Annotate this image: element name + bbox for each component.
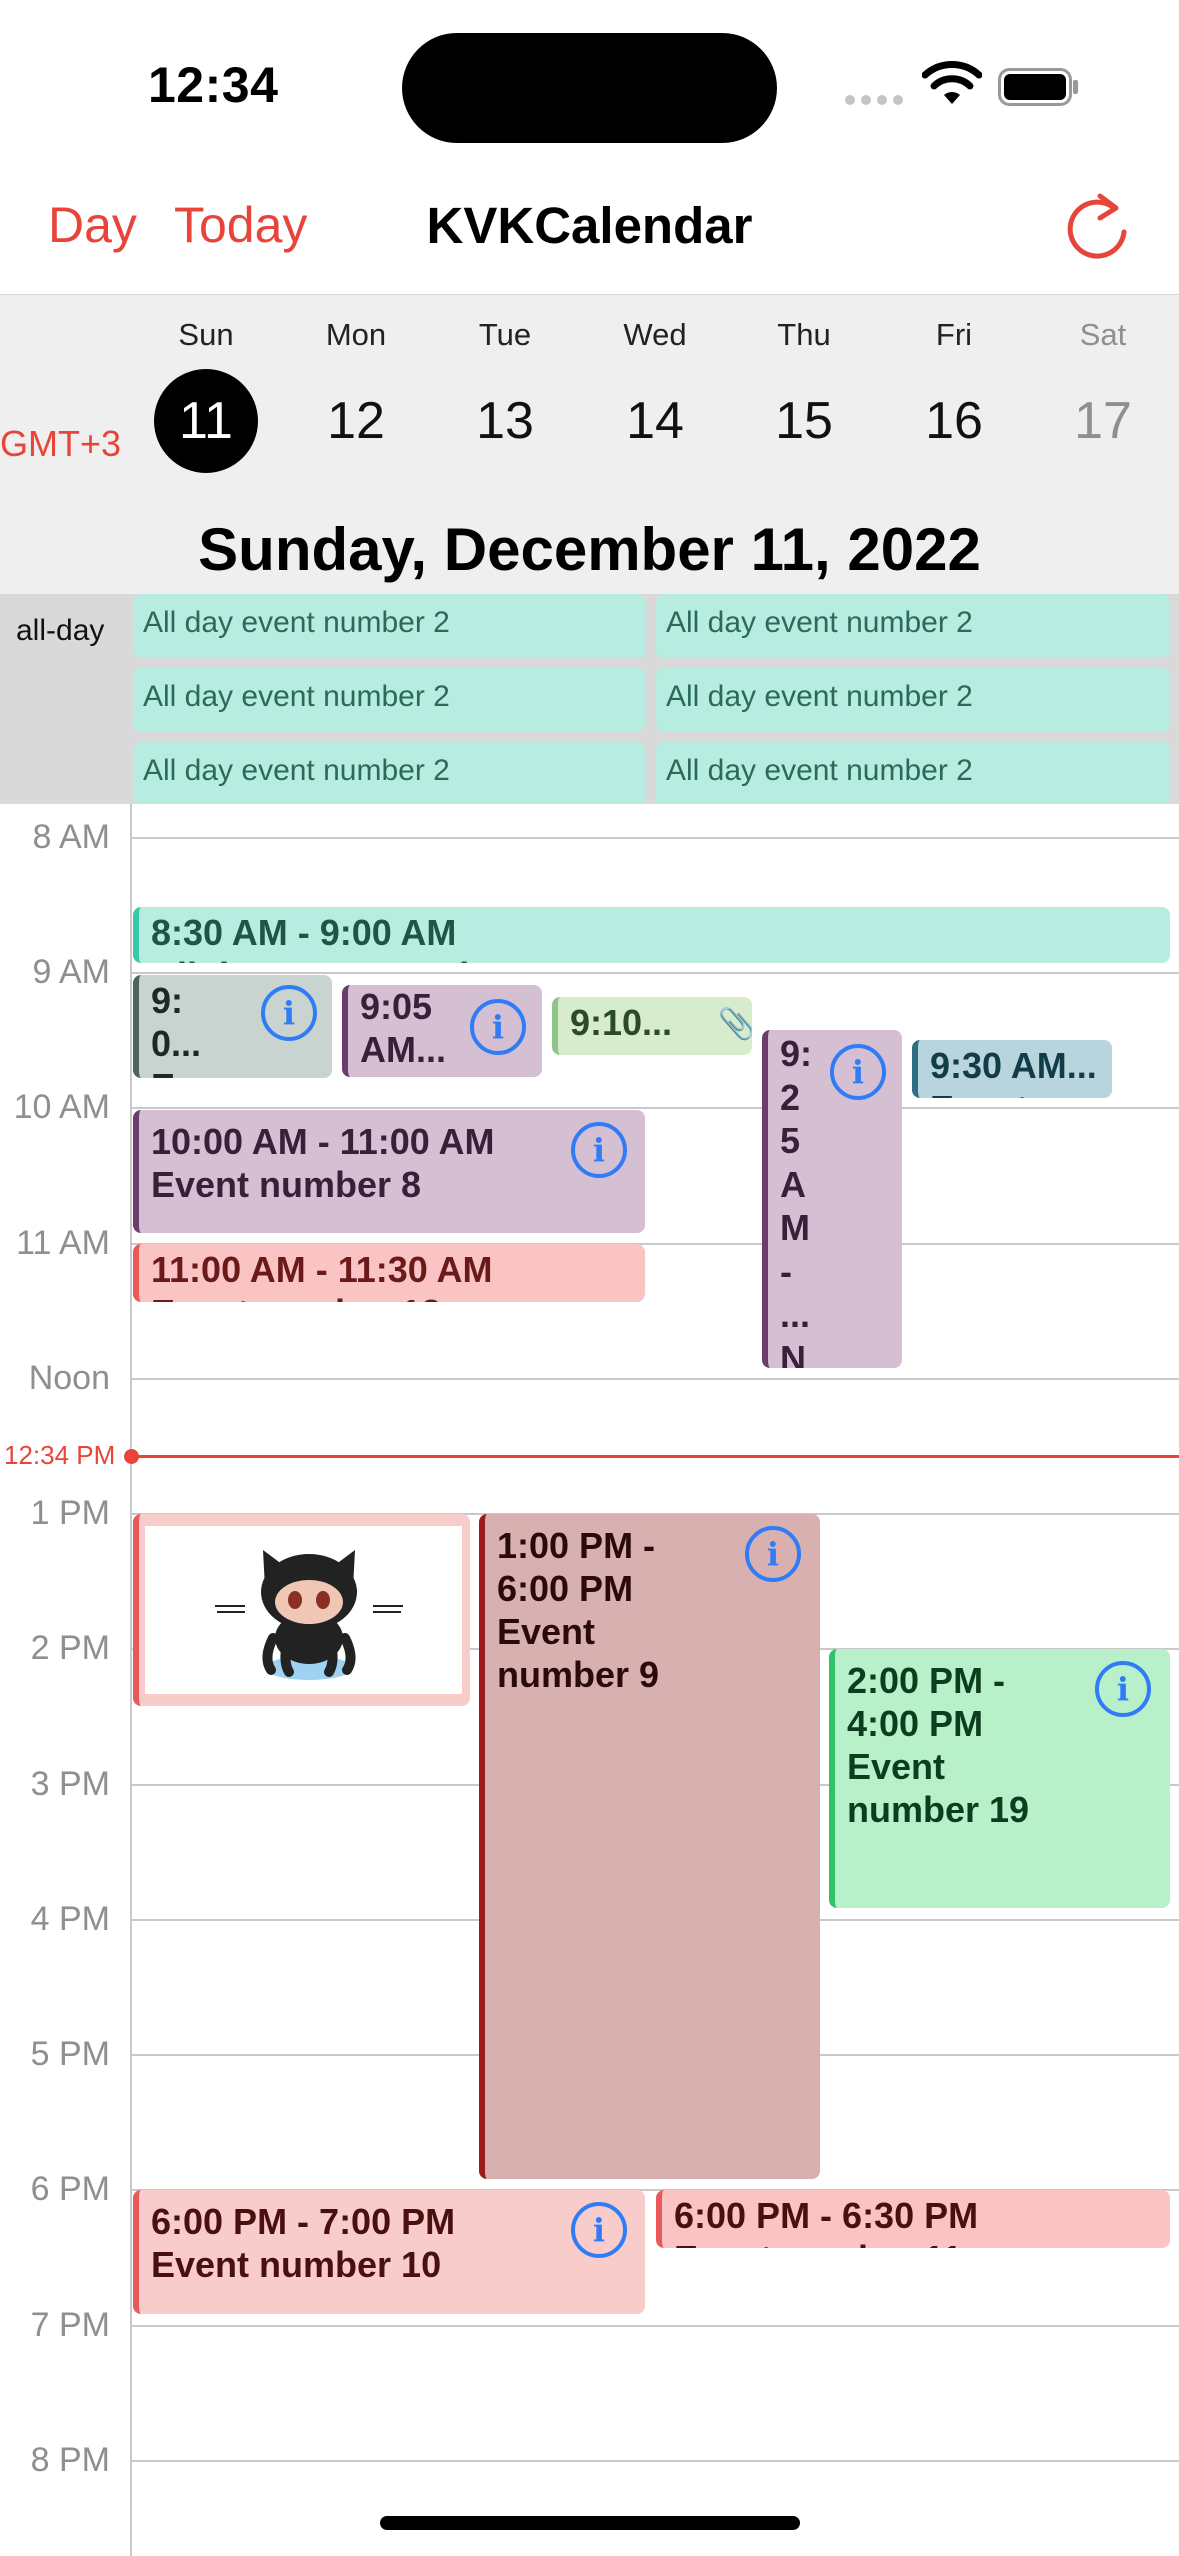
reload-icon[interactable]	[1062, 188, 1132, 264]
day-cell-16[interactable]: 16	[894, 369, 1014, 473]
hour-label: 5 PM	[30, 2035, 110, 2073]
hour-label: 11 AM	[16, 1224, 110, 1262]
event-8[interactable]: 10:00 AM - 11:00 AM Event number 8 i	[133, 1110, 645, 1233]
hour-label: 6 PM	[30, 2170, 110, 2208]
all-day-event[interactable]: All day event number 2	[656, 594, 1170, 658]
hour-label: 9 AM	[32, 953, 110, 991]
event-930[interactable]: 9:30 AM... Event	[912, 1040, 1112, 1098]
hour-line	[131, 837, 1179, 839]
info-icon[interactable]: i	[571, 2202, 627, 2258]
wifi-icon	[922, 61, 982, 104]
event-19[interactable]: 2:00 PM - 4:00 PM Event number 19 i	[829, 1649, 1170, 1908]
event-925[interactable]: 9: 2 5 A M - ... N i	[762, 1030, 902, 1368]
paperclip-icon: 📎	[718, 1008, 752, 1041]
weekday-sun: Sun	[178, 317, 234, 352]
weekday-fri: Fri	[935, 317, 973, 352]
event-10[interactable]: 6:00 PM - 7:00 PM Event number 10 i	[133, 2190, 645, 2314]
hour-label: 7 PM	[30, 2306, 110, 2344]
weekday-sat: Sat	[1079, 317, 1127, 352]
event-12[interactable]: 11:00 AM - 11:30 AM Event number 12	[133, 1244, 645, 1302]
hour-label: 8 AM	[32, 818, 110, 856]
week-header: GMT+3 Sun Mon Tue Wed Thu Fri Sat 11 12 …	[0, 294, 1179, 594]
home-indicator	[380, 2516, 800, 2530]
info-icon[interactable]: i	[470, 999, 526, 1055]
info-icon[interactable]: i	[1095, 1661, 1151, 1717]
day-cell-15[interactable]: 15	[744, 369, 864, 473]
battery-icon	[998, 68, 1078, 106]
hour-line	[131, 2325, 1179, 2327]
image-event[interactable]	[133, 1514, 470, 1706]
octocat-image	[145, 1526, 462, 1694]
day-cell-17[interactable]: 17	[1043, 369, 1163, 473]
hour-label: 8 PM	[30, 2441, 110, 2479]
timeline-divider	[130, 804, 132, 2556]
all-day-event[interactable]: All day event number 2	[656, 742, 1170, 804]
info-icon[interactable]: i	[830, 1044, 886, 1100]
hour-line	[131, 1378, 1179, 1380]
hour-label: 4 PM	[30, 1900, 110, 1938]
hour-label: 3 PM	[30, 1765, 110, 1803]
all-day-event[interactable]: All day event number 2	[133, 668, 645, 732]
event-11[interactable]: 6:00 PM - 6:30 PM Event number 11	[656, 2190, 1170, 2248]
current-time-dot	[124, 1449, 139, 1464]
hour-label: 2 PM	[30, 1629, 110, 1667]
hour-label: Noon	[28, 1359, 110, 1397]
all-day-label: all-day	[16, 614, 105, 647]
weekday-thu: Thu	[777, 317, 831, 352]
event-910[interactable]: 9:10... 📎	[552, 997, 752, 1055]
page-title: KVKCalendar	[426, 197, 753, 254]
weekday-wed: Wed	[623, 317, 687, 352]
event-9[interactable]: 1:00 PM - 6:00 PM Event number 9 i	[479, 1514, 820, 2179]
day-cell-13[interactable]: 13	[445, 369, 565, 473]
cellular-signal-icon	[845, 95, 903, 105]
day-cell-11[interactable]: 11	[154, 369, 258, 473]
day-cell-12[interactable]: 12	[296, 369, 416, 473]
info-icon[interactable]: i	[261, 985, 317, 1041]
event-905[interactable]: 9:05 AM... i	[342, 985, 542, 1077]
all-day-event[interactable]: All day event number 2	[133, 742, 645, 804]
weekday-tue: Tue	[478, 317, 532, 352]
status-time: 12:34	[148, 57, 279, 113]
weekday-mon: Mon	[325, 317, 387, 352]
timezone-label: GMT+3	[0, 423, 122, 464]
hour-label: 1 PM	[30, 1494, 110, 1532]
info-icon[interactable]: i	[745, 1526, 801, 1582]
hour-line	[131, 1107, 1179, 1109]
event-830[interactable]: 8:30 AM - 9:00 AM All day event number 1	[133, 907, 1170, 963]
hour-label: 10 AM	[13, 1088, 110, 1126]
current-time-line	[131, 1455, 1179, 1458]
all-day-section: all-day All day event number 2 All day e…	[0, 594, 1179, 804]
current-time-label: 12:34 PM	[4, 1440, 116, 1470]
hour-line	[131, 2460, 1179, 2462]
info-icon[interactable]: i	[571, 1122, 627, 1178]
all-day-event[interactable]: All day event number 2	[656, 668, 1170, 732]
event-900[interactable]: 9: 0... Ev i	[133, 975, 332, 1078]
selected-date-title: Sunday, December 11, 2022	[198, 516, 981, 583]
all-day-event[interactable]: All day event number 2	[133, 594, 645, 658]
dynamic-island	[402, 33, 777, 143]
day-cell-14[interactable]: 14	[595, 369, 715, 473]
hour-line	[131, 972, 1179, 974]
